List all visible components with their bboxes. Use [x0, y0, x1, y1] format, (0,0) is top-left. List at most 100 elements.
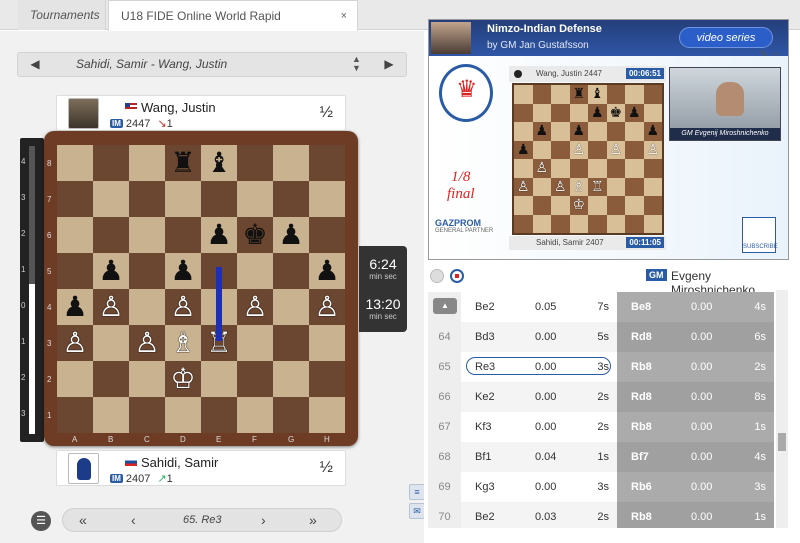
board-square[interactable] — [93, 361, 129, 397]
chess-piece[interactable]: ♚ — [237, 217, 273, 253]
scroll-up-button[interactable]: ▲ — [433, 298, 457, 314]
board-square[interactable] — [237, 145, 273, 181]
board-square[interactable] — [165, 397, 201, 433]
black-move-cell[interactable]: Be8 0.00 4s — [617, 292, 774, 322]
board-square[interactable] — [93, 325, 129, 361]
chess-piece[interactable]: ♙ — [57, 325, 93, 361]
board-square[interactable] — [201, 361, 237, 397]
board-square[interactable] — [309, 397, 345, 433]
board-square[interactable] — [129, 289, 165, 325]
white-move-cell[interactable]: Bd3 0.00 5s — [461, 322, 617, 352]
white-move-cell[interactable]: Bf1 0.04 1s — [461, 442, 617, 472]
board-square[interactable]: ♝ — [201, 145, 237, 181]
board-square[interactable] — [309, 217, 345, 253]
white-move-cell[interactable]: Be2 0.03 2s — [461, 502, 617, 528]
board-square[interactable] — [273, 145, 309, 181]
board-square[interactable]: ♙ — [309, 289, 345, 325]
chess-piece[interactable]: ♜ — [165, 145, 201, 181]
black-move-cell[interactable]: Rd8 0.00 8s — [617, 382, 774, 412]
board-square[interactable] — [165, 181, 201, 217]
board-square[interactable] — [57, 145, 93, 181]
board-square[interactable] — [237, 253, 273, 289]
board-square[interactable] — [129, 253, 165, 289]
chess-piece[interactable]: ♟ — [273, 217, 309, 253]
board-square[interactable] — [273, 253, 309, 289]
video-series-button[interactable]: video series — [679, 27, 773, 48]
black-move-cell[interactable]: Rb8 0.00 1s — [617, 412, 774, 442]
white-move-cell[interactable]: Kg3 0.00 3s — [461, 472, 617, 502]
board-square[interactable]: ♙ — [165, 289, 201, 325]
board-square[interactable] — [201, 181, 237, 217]
game-selector[interactable]: ◀ Sahidi, Samir - Wang, Justin ▲ ▼ ▶ — [17, 52, 407, 77]
black-move-cell[interactable]: Rb8 0.00 2s — [617, 352, 774, 382]
board-square[interactable] — [273, 397, 309, 433]
board-square[interactable] — [57, 397, 93, 433]
next-move-button[interactable]: › — [261, 512, 266, 528]
tab-tournaments[interactable]: Tournaments — [18, 0, 106, 30]
close-icon[interactable]: × — [341, 1, 347, 31]
tab-championship[interactable]: U18 FIDE Online World Rapid Championship… — [108, 0, 358, 53]
board-square[interactable] — [237, 361, 273, 397]
language-flag-icon[interactable] — [450, 269, 464, 283]
board-square[interactable]: ♟ — [57, 289, 93, 325]
white-move-cell[interactable]: Re3 0.00 3s — [461, 352, 617, 382]
chess-piece[interactable]: ♟ — [93, 253, 129, 289]
board-square[interactable] — [309, 181, 345, 217]
menu-icon[interactable]: ☰ — [31, 511, 51, 531]
black-move-cell[interactable]: Bf7 0.00 4s — [617, 442, 774, 472]
previous-game-button[interactable]: ◀ — [18, 53, 52, 76]
board-square[interactable]: ♟ — [273, 217, 309, 253]
board-square[interactable]: ♟ — [165, 253, 201, 289]
board-square[interactable] — [309, 361, 345, 397]
board-square[interactable] — [237, 397, 273, 433]
chess-piece[interactable]: ♟ — [201, 217, 237, 253]
board-square[interactable] — [93, 145, 129, 181]
board-square[interactable] — [93, 181, 129, 217]
chess-piece[interactable]: ♟ — [165, 253, 201, 289]
board-square[interactable] — [57, 181, 93, 217]
first-move-button[interactable]: « — [79, 512, 87, 528]
board-square[interactable] — [57, 361, 93, 397]
white-move-cell[interactable]: Kf3 0.00 2s — [461, 412, 617, 442]
last-move-button[interactable]: » — [309, 512, 317, 528]
board-square[interactable]: ♙ — [237, 289, 273, 325]
move-list-scrollbar[interactable] — [776, 290, 788, 528]
board-square[interactable] — [129, 397, 165, 433]
board-square[interactable] — [237, 181, 273, 217]
black-move-cell[interactable]: Rb8 0.00 1s — [617, 502, 774, 528]
chessboard[interactable]: ♜ ♝ ♟ ♚ ♟ ♟ ♟ ♟ ♟ ♙ ♙ ♙ ♙ ♙ ♙ ♗ ♖ ♔ 8 7 6 5 4 3 2 1 A B C D E F G H — [47, 145, 345, 444]
move-row[interactable]: 66 Ke2 0.00 2s Rd8 0.00 8s — [428, 382, 788, 412]
chess-piece[interactable]: ♙ — [165, 289, 201, 325]
notation-icon[interactable]: ≡ — [409, 484, 425, 500]
subscribe-button[interactable]: SUBSCRIBE — [742, 217, 778, 253]
sort-icon[interactable]: ▲ ▼ — [352, 55, 361, 73]
engine-icon[interactable] — [430, 269, 444, 283]
board-square[interactable]: ♙ — [93, 289, 129, 325]
move-row[interactable]: 69 Kg3 0.00 3s Rb6 0.00 3s — [428, 472, 788, 502]
board-square[interactable]: ♙ — [129, 325, 165, 361]
board-square[interactable] — [237, 325, 273, 361]
previous-move-button[interactable]: ‹ — [131, 512, 136, 528]
chess-piece[interactable]: ♔ — [165, 361, 201, 397]
move-row[interactable]: ▲ Be2 0.05 7s Be8 0.00 4s — [428, 292, 788, 322]
move-row[interactable]: 65 Re3 0.00 3s Rb8 0.00 2s — [428, 352, 788, 382]
board-square[interactable] — [129, 217, 165, 253]
move-row[interactable]: 64 Bd3 0.00 5s Rd8 0.00 6s — [428, 322, 788, 352]
board-square[interactable]: ♔ — [165, 361, 201, 397]
white-move-cell[interactable]: Be2 0.05 7s — [461, 292, 617, 322]
board-square[interactable]: ♟ — [201, 217, 237, 253]
chat-icon[interactable]: ✉ — [409, 503, 425, 519]
scrollbar-thumb[interactable] — [778, 433, 786, 451]
board-square[interactable]: ♟ — [309, 253, 345, 289]
chess-piece[interactable]: ♟ — [57, 289, 93, 325]
chess-piece[interactable]: ♙ — [93, 289, 129, 325]
board-square[interactable] — [129, 145, 165, 181]
move-row[interactable]: 70 Be2 0.03 2s Rb8 0.00 1s — [428, 502, 788, 528]
board-square[interactable] — [93, 217, 129, 253]
board-square[interactable]: ♗ — [165, 325, 201, 361]
board-square[interactable]: ♚ — [237, 217, 273, 253]
board-square[interactable] — [273, 181, 309, 217]
board-square[interactable] — [93, 397, 129, 433]
board-square[interactable] — [129, 361, 165, 397]
board-square[interactable] — [309, 145, 345, 181]
